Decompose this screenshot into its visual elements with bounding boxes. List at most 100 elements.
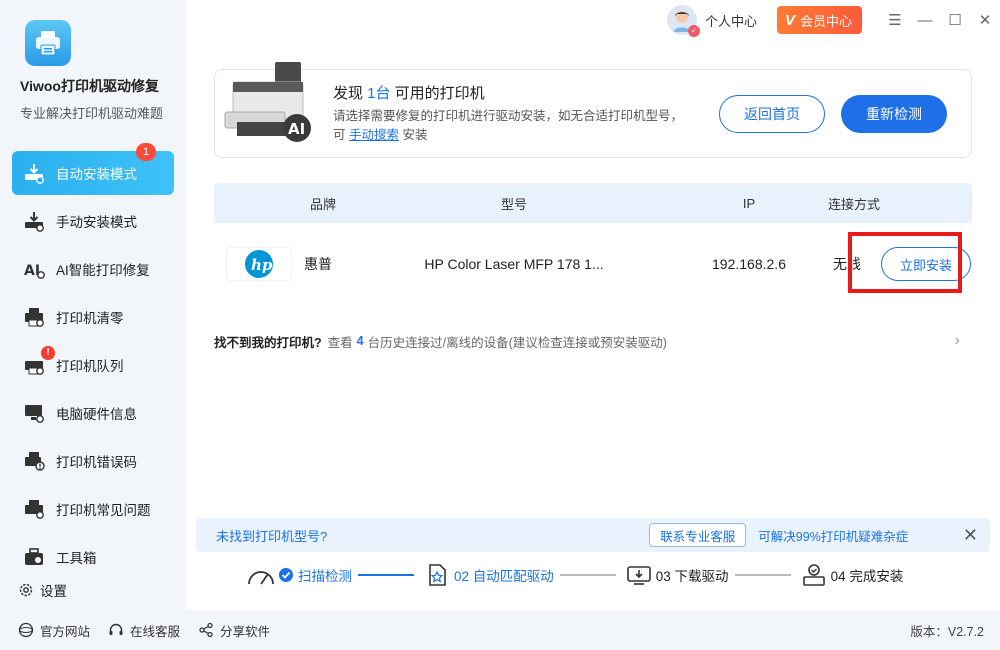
user-center-link[interactable]: 个人中心 (705, 11, 757, 30)
not-found-link[interactable]: 找不到我的打印机? 查看 4 台历史连接过/离线的设备(建议检查连接或预安装驱动… (214, 330, 972, 352)
rescan-button[interactable]: 重新检测 (841, 95, 947, 133)
step-scan: 扫描检测 (298, 569, 352, 584)
printer-reset-icon (22, 305, 46, 329)
manual-search-link[interactable]: 手动搜索 (349, 128, 399, 142)
share-link[interactable]: 分享软件 (198, 621, 270, 640)
header-connection: 连接方式 (827, 196, 880, 212)
sidebar-item-label: 自动安装模式 (56, 167, 137, 182)
error-code-icon (22, 449, 46, 473)
chevron-right-icon: › (954, 332, 960, 349)
check-circle-icon (278, 567, 294, 583)
history-count: 4 (356, 334, 364, 348)
support-label: 在线客服 (130, 624, 181, 639)
bottom-bar: 官方网站 在线客服 分享软件 版本：V2.7.2 (0, 610, 1000, 650)
vip-mark-icon: ✓ (687, 25, 700, 37)
app-subtitle: 专业解决打印机驱动难题 (20, 106, 164, 121)
tip-question: 未找到打印机型号? (216, 528, 328, 544)
step-match-driver: 02 自动匹配驱动 (454, 569, 554, 584)
progress-steps: 扫描检测 02 自动匹配驱动 03 下载驱动 04 完成安装 (244, 560, 964, 590)
found-title: 发现 1台 可用的打印机 (333, 82, 485, 103)
auto-install-icon (22, 161, 46, 185)
sidebar-item-label: AI智能打印修复 (56, 263, 150, 278)
brand-cell: 惠普 (304, 256, 332, 272)
printer-found-card: AI 发现 1台 可用的打印机 请选择需要修复的打印机进行驱动安装，如无合适打印… (214, 62, 972, 158)
contact-support-button[interactable]: 联系专业客服 (649, 523, 747, 547)
header-ip: IP (742, 195, 756, 211)
title-bar: ✓ 个人中心 V 会员中心 ☰ — ☐ ✕ (666, 0, 1000, 40)
back-home-button[interactable]: 返回首页 (719, 95, 825, 133)
gear-icon (18, 582, 34, 598)
table-header: 品牌 型号 IP 连接方式 (214, 183, 972, 223)
faq-icon (22, 497, 46, 521)
support-link[interactable]: 在线客服 (108, 621, 180, 640)
model-cell: HP Color Laser MFP 178 1... (424, 256, 604, 272)
share-label: 分享软件 (220, 624, 271, 639)
sidebar-item-auto-install[interactable]: 自动安装模式 1 (12, 143, 174, 195)
share-icon (198, 622, 214, 638)
svg-text:hp: hp (251, 256, 273, 274)
sidebar-item-label: 打印机常见问题 (56, 503, 151, 518)
sidebar-item-printer-reset[interactable]: 打印机清零 (12, 295, 174, 339)
tip-info: 可解决99%打印机疑难杂症 (758, 529, 909, 544)
minimize-icon[interactable]: — (910, 5, 940, 35)
found-description: 请选择需要修复的打印机进行驱动安装，如无合适打印机型号，可 手动搜索 安装 (333, 107, 683, 145)
alert-badge: ! (41, 346, 55, 360)
version-label: 版本：V2.7.2 (910, 624, 984, 639)
header-model: 型号 (500, 196, 527, 212)
headset-icon (108, 622, 124, 638)
printer-illustration-icon: AI (224, 62, 311, 142)
app-name: Viwoo打印机驱动修复 (20, 78, 159, 94)
sidebar-item-label: 打印机清零 (56, 311, 124, 326)
ip-cell: 192.168.2.6 (712, 256, 786, 272)
found-title-suffix: 可用的打印机 (390, 85, 485, 102)
step-download-driver: 03 下载驱动 (655, 569, 729, 584)
sidebar-item-error-code[interactable]: 打印机错误码 (12, 439, 174, 483)
manual-install-icon (22, 209, 46, 233)
maximize-icon[interactable]: ☐ (940, 5, 970, 35)
menu-icon[interactable]: ☰ (880, 5, 910, 35)
header-brand: 品牌 (310, 196, 337, 212)
not-found-text-pre: 查看 (327, 335, 353, 350)
ai-repair-icon: AI (22, 257, 46, 281)
match-driver-icon (420, 560, 454, 590)
sidebar-item-printer-queue[interactable]: ! 打印机队列 (12, 343, 174, 387)
website-label: 官方网站 (40, 624, 91, 639)
tip-bar: 未找到打印机型号? 联系专业客服 可解决99%打印机疑难杂症 ✕ (196, 518, 990, 552)
settings-label: 设置 (40, 584, 67, 599)
app-logo (25, 20, 71, 66)
globe-icon (18, 622, 34, 638)
vip-center-button[interactable]: V 会员中心 (776, 6, 862, 34)
ai-badge-text: AI (288, 120, 305, 138)
sidebar-item-label: 工具箱 (56, 551, 97, 566)
sidebar-item-ai-repair[interactable]: AI AI智能打印修复 (12, 247, 174, 291)
hardware-info-icon (22, 401, 46, 425)
close-icon[interactable]: ✕ (963, 525, 978, 546)
sidebar-item-manual-install[interactable]: 手动安装模式 (12, 199, 174, 243)
close-icon[interactable]: ✕ (970, 5, 1000, 35)
complete-install-icon (797, 560, 831, 590)
settings-button[interactable]: 设置 (18, 580, 67, 600)
sidebar-item-label: 打印机队列 (56, 359, 124, 374)
sidebar-item-faq[interactable]: 打印机常见问题 (12, 487, 174, 531)
notification-badge: 1 (136, 143, 156, 161)
website-link[interactable]: 官方网站 (18, 621, 90, 640)
sidebar-item-hardware-info[interactable]: 电脑硬件信息 (12, 391, 174, 435)
sidebar-item-toolbox[interactable]: 工具箱 (12, 535, 174, 579)
not-found-text-post: 台历史连接过/离线的设备(建议检查连接或预安装驱动) (367, 335, 667, 350)
step-complete-install: 04 完成安装 (830, 569, 904, 584)
vip-v-icon: V (784, 11, 795, 29)
toolbox-icon (22, 545, 46, 569)
vip-center-label: 会员中心 (799, 13, 852, 29)
sidebar: Viwoo打印机驱动修复 专业解决打印机驱动难题 自动安装模式 1 手动安装模式… (0, 0, 186, 610)
sidebar-item-label: 电脑硬件信息 (56, 407, 137, 422)
found-count: 1台 (367, 85, 391, 102)
found-title-prefix: 发现 (333, 85, 368, 102)
hp-logo: hp (227, 248, 291, 280)
sidebar-item-label: 打印机错误码 (56, 455, 137, 470)
scan-icon (244, 560, 278, 590)
sidebar-nav: 自动安装模式 1 手动安装模式 AI AI智能打印修复 打印机清零 ! 打印机队… (12, 143, 174, 583)
main-panel: ✓ 个人中心 V 会员中心 ☰ — ☐ ✕ AI 发现 1台 可用的打印机 请选… (186, 0, 1000, 610)
highlight-frame (848, 232, 962, 293)
download-driver-icon (622, 560, 656, 590)
avatar[interactable]: ✓ (666, 5, 700, 37)
